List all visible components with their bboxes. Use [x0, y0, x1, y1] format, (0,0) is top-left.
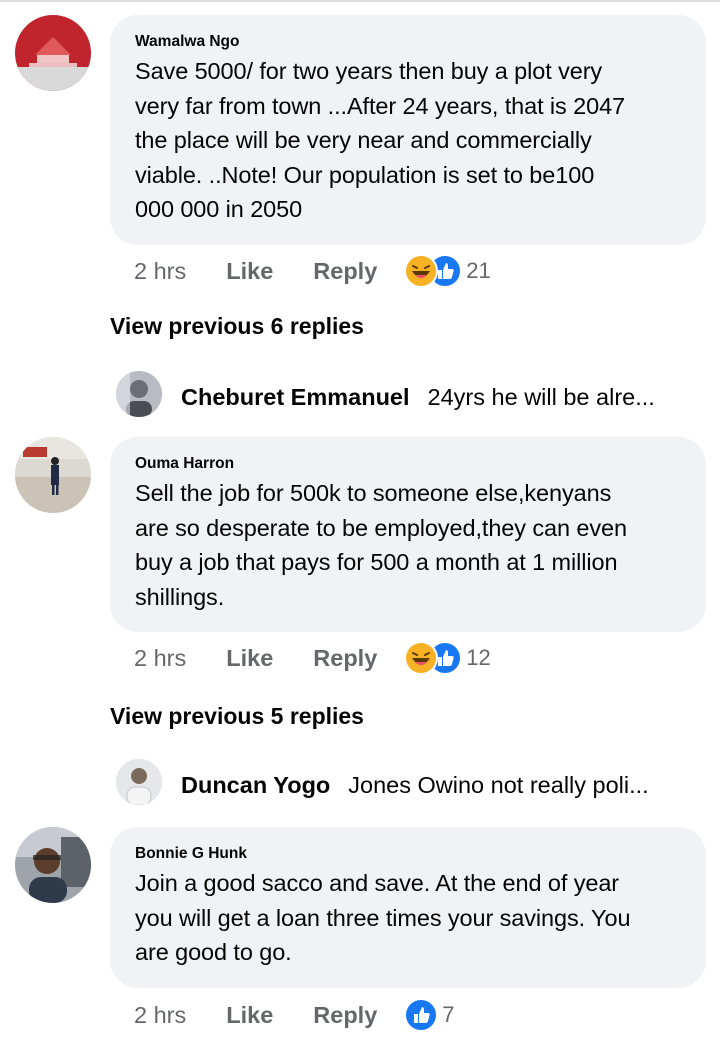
reaction-summary[interactable]: 7	[404, 998, 455, 1032]
avatar-bonnie-g-hunk[interactable]	[15, 827, 91, 903]
reply-preview[interactable]: Cheburet Emmanuel 24yrs he will be alre..…	[181, 384, 655, 411]
comment-actions: 2 hrs Like Reply 12	[134, 638, 491, 678]
like-button[interactable]: Like	[226, 258, 273, 285]
reply-preview[interactable]: Duncan Yogo Jones Owino not really poli..…	[181, 772, 649, 799]
comment-bubble: Bonnie G Hunk Join a good sacco and save…	[110, 827, 706, 988]
comment-text: Save 5000/ for two years then buy a plot…	[135, 58, 626, 222]
reply-snippet: Jones Owino not really poli...	[348, 772, 649, 798]
comment-author[interactable]: Wamalwa Ngo	[135, 31, 682, 53]
like-button[interactable]: Like	[226, 1002, 273, 1029]
view-previous-replies[interactable]: View previous 6 replies	[110, 313, 364, 340]
comment-author[interactable]: Bonnie G Hunk	[135, 843, 682, 865]
avatar-wamalwa-ngo[interactable]	[15, 15, 91, 91]
reaction-summary[interactable]: 12	[404, 641, 491, 675]
comment-bubble: Ouma Harron Sell the job for 500k to som…	[110, 437, 706, 632]
reaction-count: 7	[442, 1002, 455, 1027]
comment-time[interactable]: 2 hrs	[134, 258, 186, 285]
comment-text: Sell the job for 500k to someone else,ke…	[135, 480, 627, 610]
view-previous-replies[interactable]: View previous 5 replies	[110, 703, 364, 730]
reply-button[interactable]: Reply	[313, 258, 377, 285]
comment-time[interactable]: 2 hrs	[134, 1002, 186, 1029]
reply-button[interactable]: Reply	[313, 645, 377, 672]
comment-actions: 2 hrs Like Reply 7	[134, 995, 455, 1035]
reaction-count: 12	[466, 645, 491, 670]
avatar-cheburet-emmanuel[interactable]	[116, 371, 162, 417]
reply-author[interactable]: Cheburet Emmanuel	[181, 384, 410, 410]
reaction-count: 21	[466, 258, 491, 283]
top-divider	[0, 0, 720, 2]
comment-author[interactable]: Ouma Harron	[135, 453, 682, 475]
haha-reaction-icon	[404, 254, 439, 288]
avatar-duncan-yogo[interactable]	[116, 759, 162, 805]
comment-bubble: Wamalwa Ngo Save 5000/ for two years the…	[110, 15, 706, 245]
comment-actions: 2 hrs Like Reply 21	[134, 251, 491, 291]
like-reaction-icon	[404, 998, 439, 1032]
haha-reaction-icon	[404, 641, 439, 675]
reply-snippet: 24yrs he will be alre...	[427, 384, 655, 410]
reply-button[interactable]: Reply	[313, 1002, 377, 1029]
avatar-ouma-harron[interactable]	[15, 437, 91, 513]
like-button[interactable]: Like	[226, 645, 273, 672]
comment-text: Join a good sacco and save. At the end o…	[135, 870, 631, 965]
reaction-summary[interactable]: 21	[404, 254, 491, 288]
reply-author[interactable]: Duncan Yogo	[181, 772, 330, 798]
comment-time[interactable]: 2 hrs	[134, 645, 186, 672]
